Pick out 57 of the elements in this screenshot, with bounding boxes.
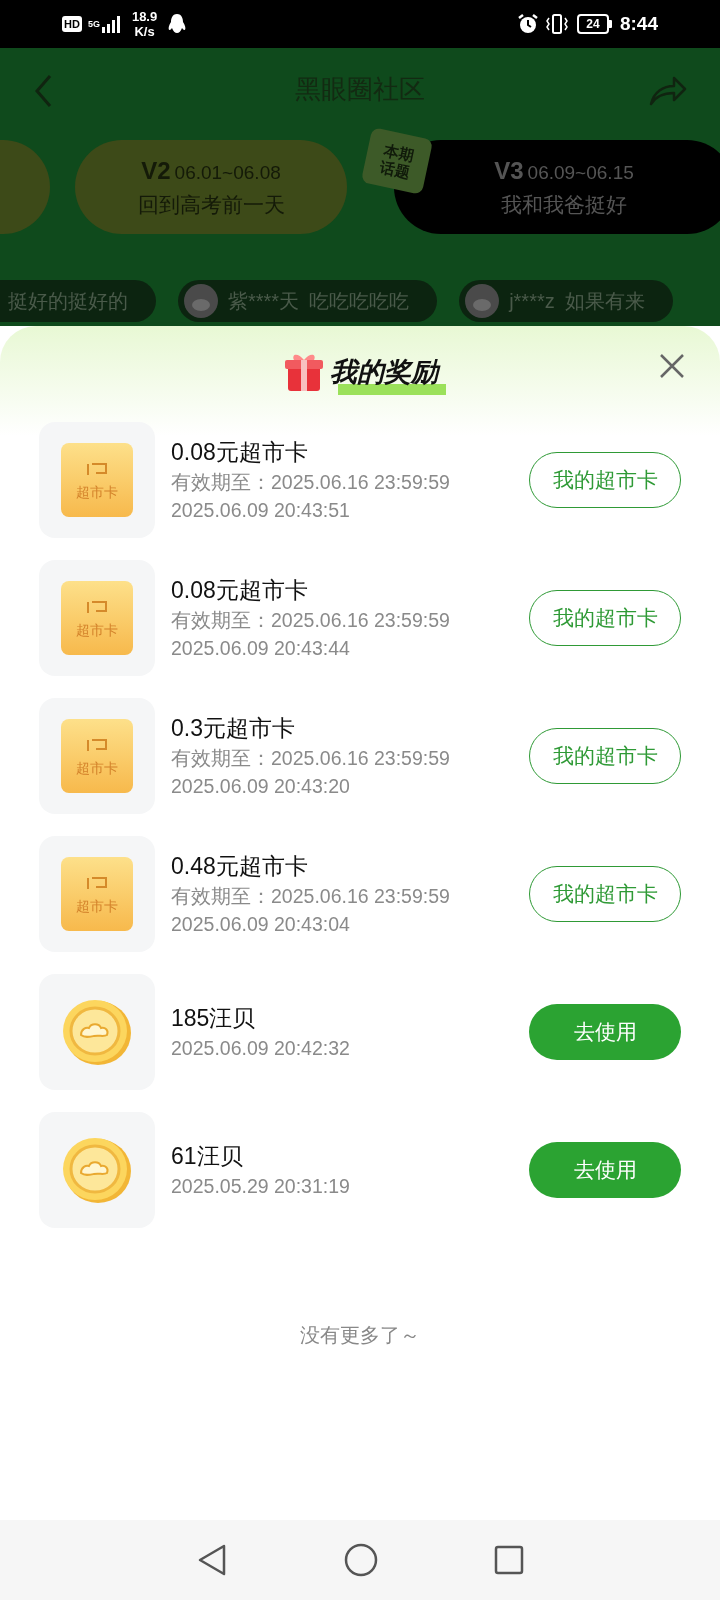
back-nav-icon[interactable]	[196, 1543, 228, 1577]
supermarket-card-icon: 超市卡	[61, 719, 133, 793]
reward-date: 2025.06.09 20:43:51	[171, 498, 351, 523]
my-card-button[interactable]: 我的超市卡	[529, 728, 681, 784]
reward-date: 2025.05.29 20:31:19	[171, 1174, 351, 1199]
use-button[interactable]: 去使用	[529, 1142, 681, 1198]
avatar	[184, 284, 218, 318]
reward-name: 0.08元超市卡	[171, 438, 309, 467]
comment-text: 挺好的挺好的	[8, 289, 128, 314]
vibrate-icon	[544, 13, 569, 35]
topic-version: V3	[494, 156, 524, 187]
reward-date: 有效期至：2025.06.16 23:59:59	[171, 746, 451, 771]
topic-name: 我和我爸挺好	[501, 192, 627, 219]
network-type: 5G	[87, 19, 100, 29]
reward-name: 0.48元超市卡	[171, 852, 309, 881]
avatar	[465, 284, 500, 318]
comment-chip[interactable]: 挺好的挺好的	[0, 280, 156, 322]
reward-name: 61汪贝	[171, 1142, 244, 1171]
close-icon[interactable]	[658, 352, 686, 380]
comment-user: 紫****天	[228, 289, 300, 314]
reward-name: 0.3元超市卡	[171, 714, 296, 743]
reward-date: 有效期至：2025.06.16 23:59:59	[171, 470, 451, 495]
current-topic-badge: 本期话题	[360, 127, 434, 195]
reward-name: 0.08元超市卡	[171, 576, 309, 605]
reward-date: 2025.06.09 20:43:44	[171, 636, 351, 661]
hd-indicator: HD	[62, 16, 82, 32]
my-card-button[interactable]: 我的超市卡	[529, 590, 681, 646]
coin-icon	[61, 997, 133, 1067]
coin-icon	[61, 1135, 133, 1205]
my-card-button[interactable]: 我的超市卡	[529, 452, 681, 508]
reward-name: 185汪贝	[171, 1004, 257, 1033]
use-button[interactable]: 去使用	[529, 1004, 681, 1060]
supermarket-card-icon: 超市卡	[61, 857, 133, 931]
clock-time: 8:44	[619, 11, 658, 36]
comment-text: 吃吃吃吃吃	[309, 289, 410, 314]
supermarket-card-icon: 超市卡	[61, 443, 133, 517]
comment-chip[interactable]: 紫****天 吃吃吃吃吃	[178, 280, 438, 322]
signal-icon	[101, 15, 122, 33]
recents-nav-icon[interactable]	[494, 1545, 524, 1575]
comment-user: j****z	[509, 289, 555, 314]
reward-date: 2025.06.09 20:42:32	[171, 1036, 351, 1061]
reward-date: 有效期至：2025.06.16 23:59:59	[171, 608, 451, 633]
topic-dates: 06.09~06.15	[527, 161, 634, 186]
reward-date: 2025.06.09 20:43:04	[171, 912, 351, 937]
notification-icon	[167, 13, 188, 35]
my-card-button[interactable]: 我的超市卡	[529, 866, 681, 922]
supermarket-card-icon: 超市卡	[61, 581, 133, 655]
speed-unit: K/s	[134, 24, 155, 39]
reward-date: 有效期至：2025.06.16 23:59:59	[171, 884, 451, 909]
comment-text: 如果有来	[564, 289, 645, 314]
comment-chip[interactable]: j****z 如果有来	[459, 280, 673, 322]
home-nav-icon[interactable]	[344, 1543, 378, 1577]
network-speed: 18.9	[131, 9, 158, 24]
end-of-list-text: 没有更多了～	[299, 1323, 421, 1348]
alarm-icon	[516, 13, 539, 35]
battery-icon: 24	[576, 14, 612, 34]
reward-date: 2025.06.09 20:43:20	[171, 774, 351, 799]
